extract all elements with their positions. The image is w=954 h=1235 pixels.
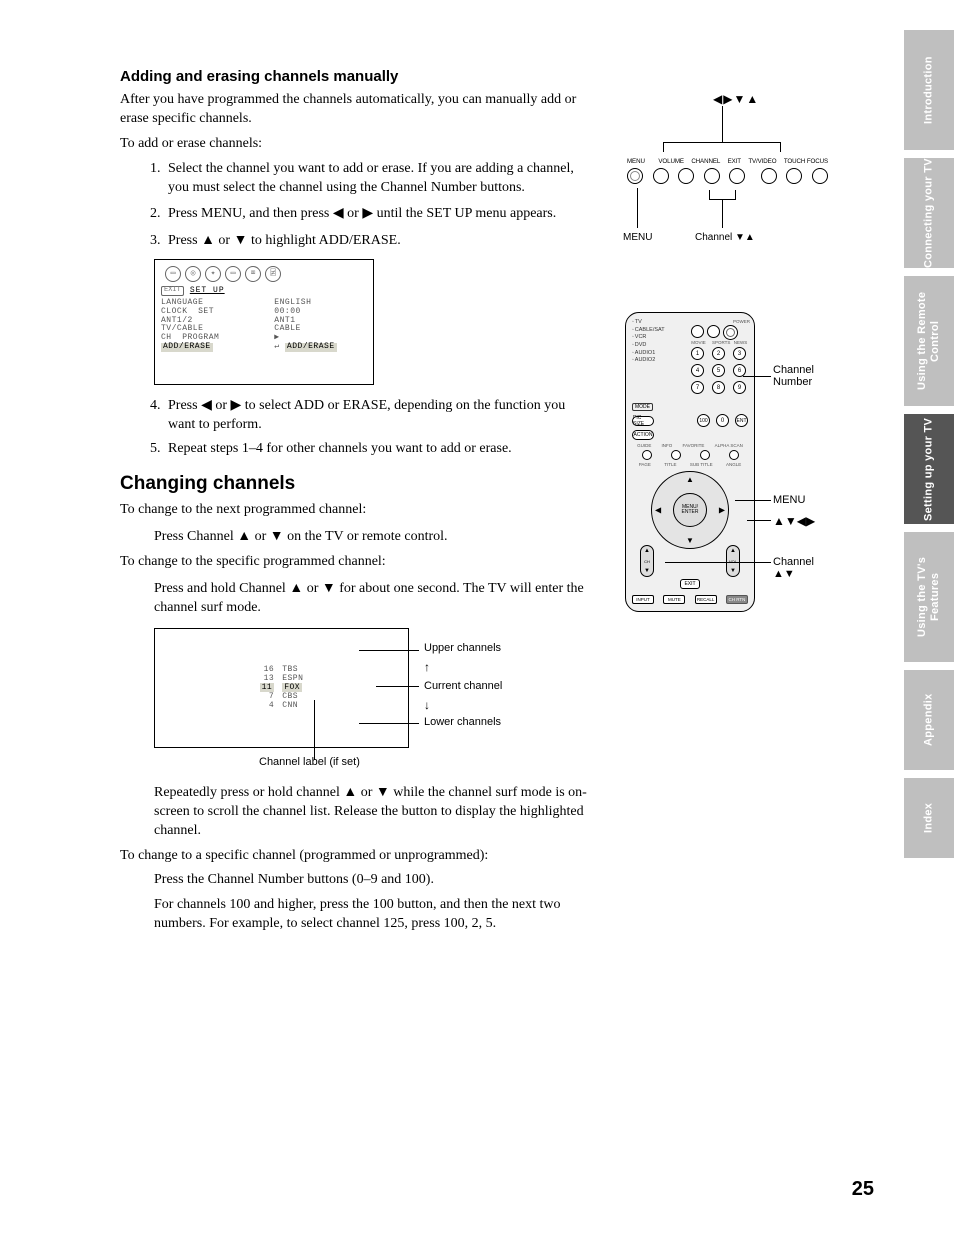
step-2: Press MENU, and then press ◀ or ▶ until … bbox=[164, 203, 595, 224]
section-tab: Using the TV's Features bbox=[904, 532, 954, 662]
step-5: Repeat steps 1–4 for other channels you … bbox=[164, 440, 595, 459]
heading-changing-channels: Changing channels bbox=[120, 473, 595, 495]
chg-spec-action: Press and hold Channel ▲ or ▼ for about … bbox=[154, 578, 595, 618]
chg-next-action: Press Channel ▲ or ▼ on the TV or remote… bbox=[154, 526, 595, 547]
to-add-line: To add or erase channels: bbox=[120, 135, 595, 154]
chg-spec-any-2: For channels 100 and higher, press the 1… bbox=[154, 896, 595, 934]
chg-next: To change to the next programmed channel… bbox=[120, 501, 595, 520]
tv-panel-diagram: ◀▶▼▲ MENUVOLUMECHANNELEXITTV/VIDEOTOUCH … bbox=[625, 92, 830, 252]
page-number: 25 bbox=[852, 1178, 874, 1201]
chg-spec-any: To change to a specific channel (program… bbox=[120, 847, 595, 866]
section-tab: Using the Remote Control bbox=[904, 276, 954, 406]
remote-diagram: TVCABLE/SATVCRDVDAUDIO1AUDIO2 POWER MOVI… bbox=[625, 312, 835, 642]
section-tab: Appendix bbox=[904, 670, 954, 770]
surf-caption: Channel label (if set) bbox=[259, 756, 360, 768]
channel-surf-diagram: 16131174 TBSESPNFOXCBSCNN Upper channels… bbox=[154, 628, 554, 778]
chg-spec-prog: To change to the specific programmed cha… bbox=[120, 553, 595, 572]
power-button-icon bbox=[723, 325, 738, 340]
step-3: Press ▲ or ▼ to highlight ADD/ERASE. bbox=[164, 230, 595, 251]
section-tab: Connecting your TV bbox=[904, 158, 954, 268]
step-4: Press ◀ or ▶ to select ADD or ERASE, dep… bbox=[164, 395, 595, 435]
intro-paragraph: After you have programmed the channels a… bbox=[120, 91, 595, 129]
section-tab: Introduction bbox=[904, 30, 954, 150]
chg-spec-any-1: Press the Channel Number buttons (0–9 an… bbox=[154, 871, 595, 890]
step-1: Select the channel you want to add or er… bbox=[164, 160, 595, 198]
section-tab: Setting up your TV bbox=[904, 414, 954, 524]
heading-add-erase: Adding and erasing channels manually bbox=[120, 68, 595, 85]
osd-setup-menu: ▭◎✦ ▭⌧⍯ EXIT SET UP LANGUAGECLOCK SETANT… bbox=[154, 259, 374, 384]
section-tab: Index bbox=[904, 778, 954, 858]
chg-surf-repeat: Repeatedly press or hold channel ▲ or ▼ … bbox=[154, 782, 595, 841]
